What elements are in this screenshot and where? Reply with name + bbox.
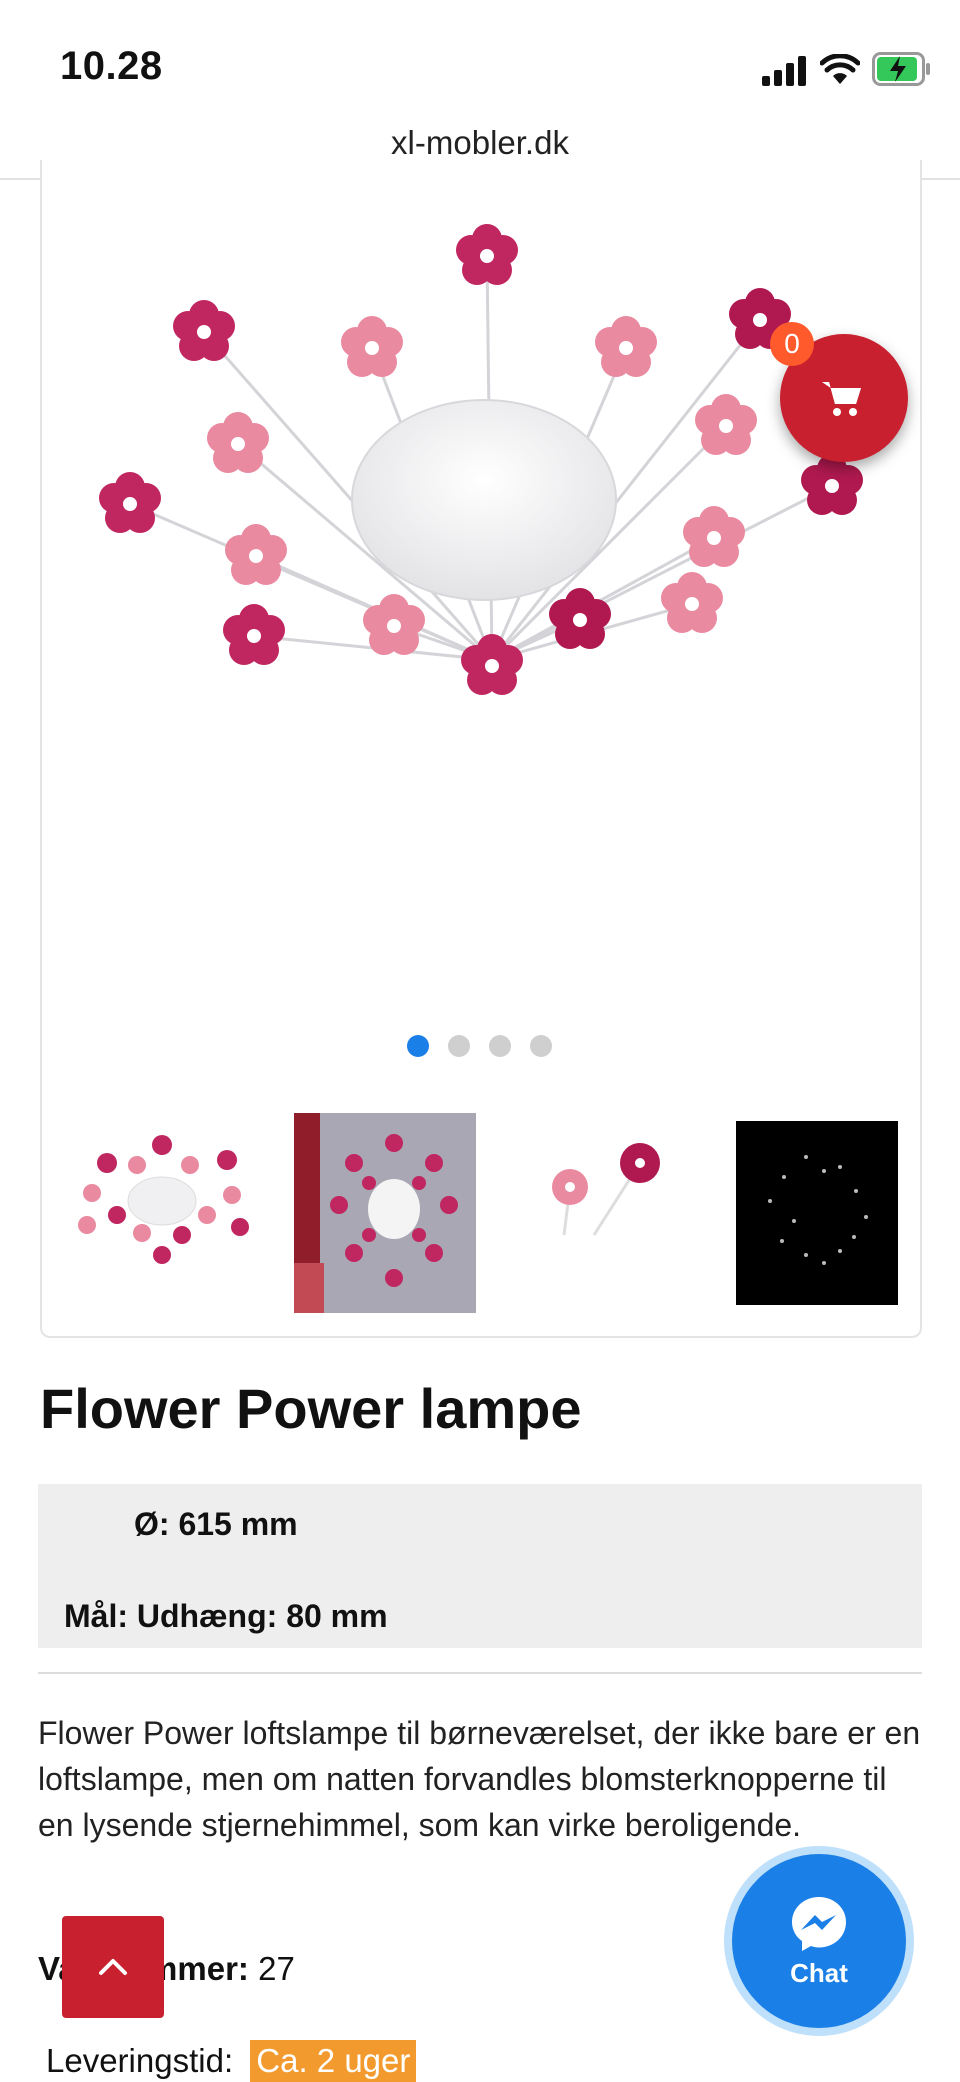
product-title: Flower Power lampe bbox=[40, 1377, 582, 1440]
product-main-image[interactable] bbox=[42, 160, 920, 1050]
url-text: xl-mobler.dk bbox=[391, 124, 569, 161]
scroll-top-button[interactable] bbox=[62, 1916, 164, 2018]
carousel-dot-2[interactable] bbox=[448, 1035, 470, 1057]
carousel-dot-4[interactable] bbox=[530, 1035, 552, 1057]
delivery-time: Leveringstid: Ca. 2 uger bbox=[46, 2040, 417, 2082]
thumbnail-2[interactable] bbox=[294, 1113, 476, 1313]
chat-button[interactable]: Chat bbox=[732, 1854, 906, 2028]
signal-icon bbox=[762, 56, 806, 86]
delivery-badge: Ca. 2 uger bbox=[250, 2040, 417, 2082]
item-number-value: 27 bbox=[258, 1950, 295, 1987]
chevron-up-icon bbox=[99, 1959, 127, 1975]
spec-dimensions: Mål: Udhæng: 80 mm bbox=[64, 1598, 388, 1634]
status-time: 10.28 bbox=[60, 44, 163, 88]
carousel-dots bbox=[0, 1035, 960, 1059]
product-description: Flower Power loftslampe til børneværelse… bbox=[38, 1715, 921, 1843]
spec-box: Ø: 615 mm Mål: Udhæng: 80 mm bbox=[38, 1484, 922, 1648]
delivery-label: Leveringstid: bbox=[46, 2042, 234, 2079]
battery-charging-icon bbox=[872, 52, 930, 86]
status-bar: 10.28 bbox=[0, 0, 960, 120]
thumbnail-4[interactable] bbox=[736, 1121, 898, 1305]
wifi-icon bbox=[820, 54, 860, 84]
spec-diameter: Ø: 615 mm bbox=[134, 1506, 298, 1542]
thumbnail-3[interactable] bbox=[514, 1115, 714, 1275]
cart-icon bbox=[822, 382, 861, 416]
divider bbox=[38, 1672, 922, 1674]
thumbnail-1[interactable] bbox=[62, 1115, 262, 1275]
carousel-dot-3[interactable] bbox=[489, 1035, 511, 1057]
messenger-icon bbox=[792, 1897, 846, 1951]
cart-count-badge: 0 bbox=[770, 322, 814, 366]
carousel-dot-1[interactable] bbox=[407, 1035, 429, 1057]
chat-label: Chat bbox=[790, 1958, 848, 1988]
